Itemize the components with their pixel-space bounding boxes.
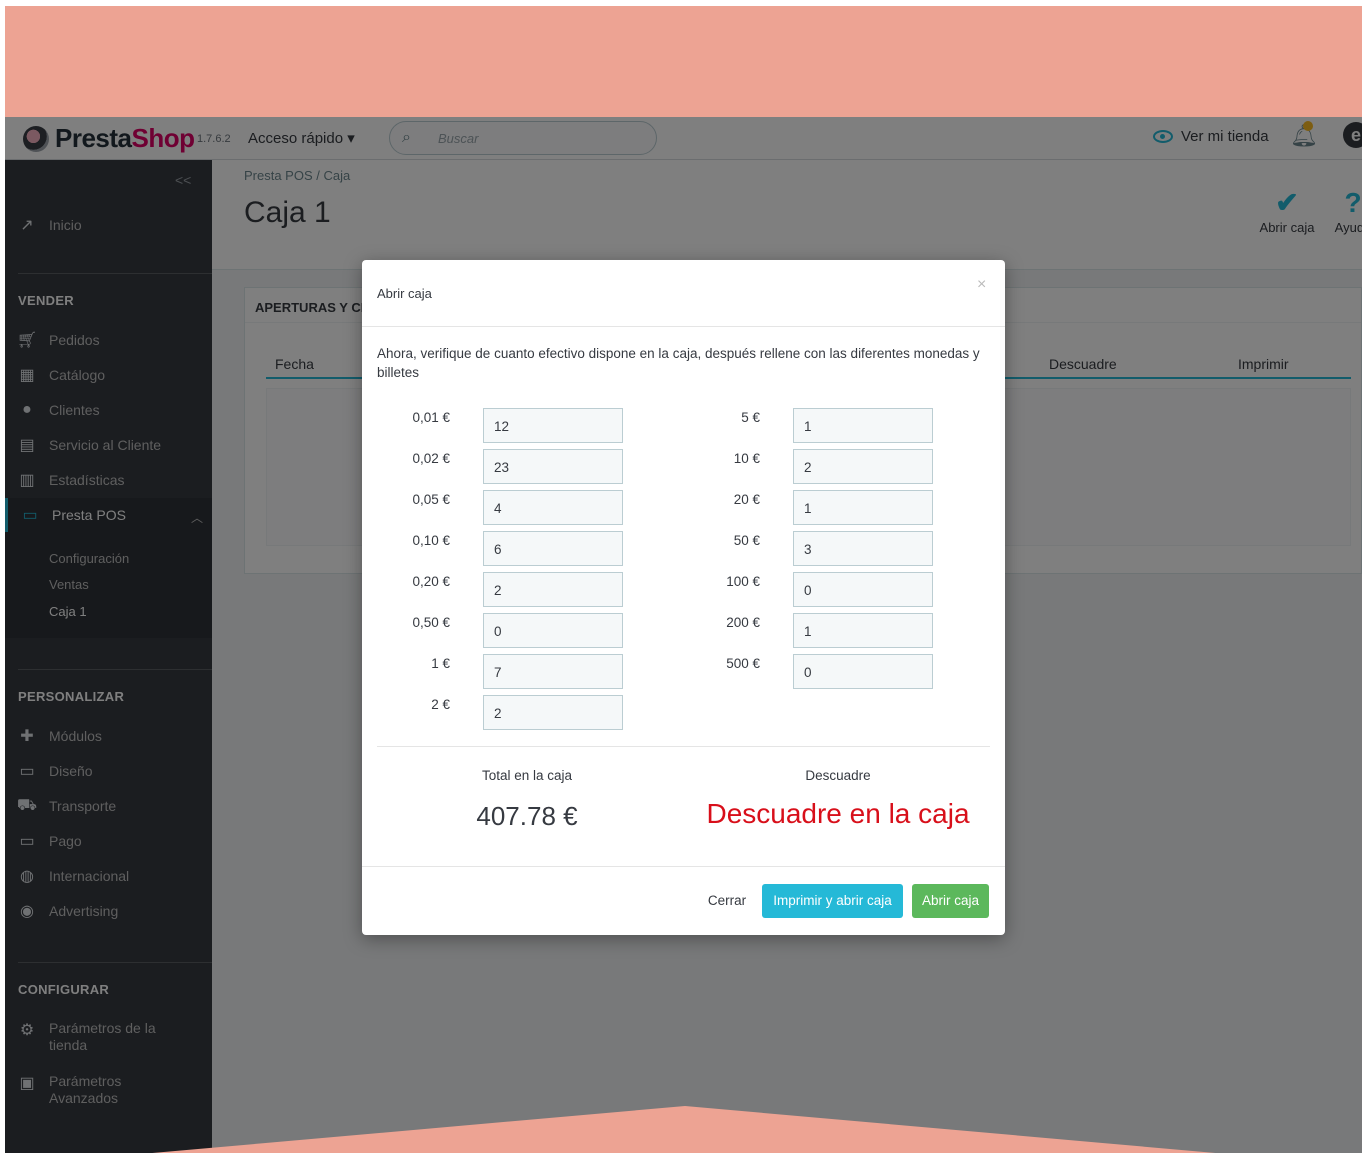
app-window: PrestaShop 1.7.6.2 Acceso rápido ▾ ⌕ Bus…	[5, 117, 1362, 1153]
frame: PrestaShop 1.7.6.2 Acceso rápido ▾ ⌕ Bus…	[5, 6, 1362, 1153]
bill-label: 50 €	[733, 533, 760, 548]
modal-title: Abrir caja	[377, 286, 432, 301]
bill-label: 10 €	[733, 451, 760, 466]
bill-quantity-input[interactable]: 1	[793, 613, 933, 648]
coin-quantity-input[interactable]: 7	[483, 654, 623, 689]
coin-quantity-input[interactable]: 4	[483, 490, 623, 525]
coin-quantity-input[interactable]: 23	[483, 449, 623, 484]
open-box-button[interactable]: Abrir caja	[912, 884, 989, 918]
coin-label: 0,50 €	[412, 615, 450, 630]
cancel-button[interactable]: Cerrar	[702, 884, 752, 918]
coin-label: 2 €	[431, 697, 450, 712]
open-box-modal: Abrir caja × Ahora, verifique de cuanto …	[362, 260, 1005, 935]
coin-quantity-input[interactable]: 6	[483, 531, 623, 566]
bill-quantity-input[interactable]: 0	[793, 572, 933, 607]
total-label: Total en la caja	[481, 768, 573, 783]
mismatch-warning: Descuadre en la caja	[706, 798, 970, 829]
coin-label: 0,05 €	[412, 492, 450, 507]
bill-quantity-input[interactable]: 1	[793, 490, 933, 525]
bill-label: 200 €	[726, 615, 760, 630]
bill-quantity-input[interactable]: 1	[793, 408, 933, 443]
bill-label: 20 €	[733, 492, 760, 507]
bill-quantity-input[interactable]: 3	[793, 531, 933, 566]
decorative-bottom-shape	[152, 1106, 1216, 1153]
bill-label: 100 €	[726, 574, 760, 589]
coin-label: 0,01 €	[412, 410, 450, 425]
coin-quantity-input[interactable]: 2	[483, 695, 623, 730]
coin-label: 1 €	[431, 656, 450, 671]
coin-label: 0,02 €	[412, 451, 450, 466]
print-and-open-button[interactable]: Imprimir y abrir caja	[762, 884, 903, 918]
coin-quantity-input[interactable]: 12	[483, 408, 623, 443]
modal-description: Ahora, verifique de cuanto efectivo disp…	[377, 346, 980, 380]
divider	[377, 746, 990, 747]
bill-label: 5 €	[741, 410, 760, 425]
bill-quantity-input[interactable]: 0	[793, 654, 933, 689]
coin-quantity-input[interactable]: 0	[483, 613, 623, 648]
mismatch-label: Descuadre	[805, 768, 871, 783]
bill-quantity-input[interactable]: 2	[793, 449, 933, 484]
bill-label: 500 €	[726, 656, 760, 671]
coin-label: 0,20 €	[412, 574, 450, 589]
coin-label: 0,10 €	[412, 533, 450, 548]
total-value: 407.78 €	[476, 801, 578, 831]
divider	[362, 326, 1005, 327]
divider	[362, 866, 1005, 867]
coin-quantity-input[interactable]: 2	[483, 572, 623, 607]
close-icon[interactable]: ×	[977, 276, 986, 294]
